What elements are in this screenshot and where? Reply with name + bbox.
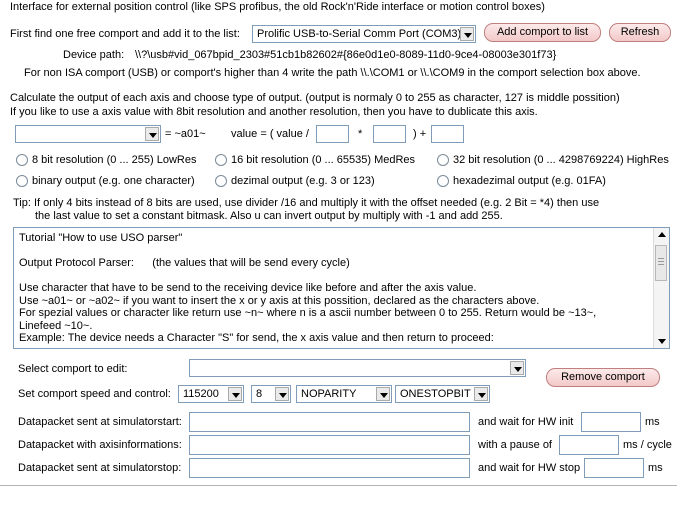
radio-binary-label: binary output (e.g. one character) — [32, 175, 195, 187]
scroll-up-icon[interactable] — [654, 228, 669, 242]
radio-32bit-label: 32 bit resolution (0 ... 4298769224) Hig… — [453, 154, 669, 166]
radio-16bit[interactable] — [215, 154, 227, 166]
radio-8bit-label: 8 bit resolution (0 ... 255) LowRes — [32, 154, 197, 166]
device-path-value: \\?\usb#vid_067bpid_2303#51cb1b82602#{86… — [135, 49, 557, 61]
baud-rate-value: 115200 — [183, 388, 219, 400]
radio-decimal[interactable] — [215, 175, 227, 187]
data-bits-select[interactable]: 8 — [251, 385, 291, 403]
stop-bits-value: ONESTOPBIT — [400, 388, 471, 400]
parity-value: NOPARITY — [301, 388, 357, 400]
radio-16bit-label: 16 bit resolution (0 ... 65535) MedRes — [231, 154, 416, 166]
edit-comport-label: Select comport to edit: — [18, 363, 128, 375]
edit-comport-select[interactable] — [189, 359, 526, 377]
stop-wait-unit: ms — [648, 462, 663, 474]
stop-packet-input[interactable] — [189, 458, 470, 478]
intro-text: Interface for external position control … — [10, 1, 545, 13]
tip-line2: the last value to set a constant bitmask… — [35, 210, 503, 222]
radio-32bit[interactable] — [437, 154, 449, 166]
radio-8bit[interactable] — [16, 154, 28, 166]
baud-rate-select[interactable]: 115200 — [178, 385, 244, 403]
start-wait-input[interactable] — [581, 412, 641, 432]
comport-select-label: First find one free comport and add it t… — [10, 28, 240, 40]
axis-description-line2: If you like to use a axis value with 8bi… — [10, 106, 538, 118]
radio-decimal-label: dezimal output (e.g. 3 or 123) — [231, 175, 375, 187]
comport-select[interactable]: Prolific USB-to-Serial Comm Port (COM3) — [252, 25, 476, 43]
value-label: value = ( value / — [231, 128, 309, 140]
stop-wait-label: and wait for HW stop — [478, 462, 581, 474]
axis-select[interactable] — [15, 125, 161, 143]
multiply-sign: * — [358, 128, 363, 140]
chevron-down-icon[interactable] — [275, 387, 289, 401]
axis-packet-input[interactable] — [189, 435, 470, 455]
data-bits-value: 8 — [256, 388, 263, 400]
axis-description-line1: Calculate the output of each axis and ch… — [10, 92, 620, 104]
radio-hexadecimal-label: hexadezimal output (e.g. 01FA) — [453, 175, 606, 187]
tutorial-scrollbar[interactable] — [653, 228, 669, 348]
axis-pause-label: with a pause of — [478, 439, 552, 451]
start-wait-unit: ms — [645, 416, 660, 428]
start-packet-input[interactable] — [189, 412, 470, 432]
refresh-button[interactable]: Refresh — [609, 23, 671, 42]
radio-hexadecimal[interactable] — [437, 175, 449, 187]
external-control-panel: Interface for external position control … — [0, 0, 677, 486]
divider-input[interactable] — [316, 125, 349, 143]
tutorial-textarea[interactable]: Tutorial "How to use USO parser" Output … — [13, 227, 670, 349]
axis-pause-input[interactable] — [559, 435, 619, 455]
multiplier-input[interactable] — [373, 125, 406, 143]
remove-comport-button[interactable]: Remove comport — [546, 368, 660, 387]
comport-select-value: Prolific USB-to-Serial Comm Port (COM3) — [257, 28, 462, 40]
axis-packet-label: Datapacket with axisinformations: — [18, 439, 182, 451]
device-path-note: For non ISA comport (USB) or comport's h… — [24, 67, 641, 79]
axis-token: = ~a01~ — [165, 128, 206, 140]
stop-wait-input[interactable] — [584, 458, 644, 478]
chevron-down-icon[interactable] — [510, 361, 524, 375]
speed-control-label: Set comport speed and control: — [18, 388, 171, 400]
chevron-down-icon[interactable] — [474, 387, 488, 401]
parity-select[interactable]: NOPARITY — [296, 385, 392, 403]
stop-bits-select[interactable]: ONESTOPBIT — [395, 385, 490, 403]
scroll-down-icon[interactable] — [654, 334, 669, 348]
start-packet-label: Datapacket sent at simulatorstart: — [18, 416, 182, 428]
chevron-down-icon[interactable] — [460, 27, 474, 41]
tutorial-text: Tutorial "How to use USO parser" Output … — [19, 232, 597, 344]
start-wait-label: and wait for HW init — [478, 416, 574, 428]
tip-line1: Tip: If only 4 bits instead of 8 bits ar… — [13, 197, 600, 209]
device-path-label: Device path: — [63, 49, 125, 61]
scroll-thumb[interactable] — [655, 245, 667, 281]
offset-input[interactable] — [431, 125, 464, 143]
add-comport-button[interactable]: Add comport to list — [484, 23, 601, 42]
axis-pause-unit: ms / cycle — [623, 439, 672, 451]
plus-sign: ) + — [413, 128, 427, 140]
stop-packet-label: Datapacket sent at simulatorstop: — [18, 462, 182, 474]
chevron-down-icon[interactable] — [145, 127, 159, 141]
chevron-down-icon[interactable] — [376, 387, 390, 401]
radio-binary[interactable] — [16, 175, 28, 187]
chevron-down-icon[interactable] — [228, 387, 242, 401]
